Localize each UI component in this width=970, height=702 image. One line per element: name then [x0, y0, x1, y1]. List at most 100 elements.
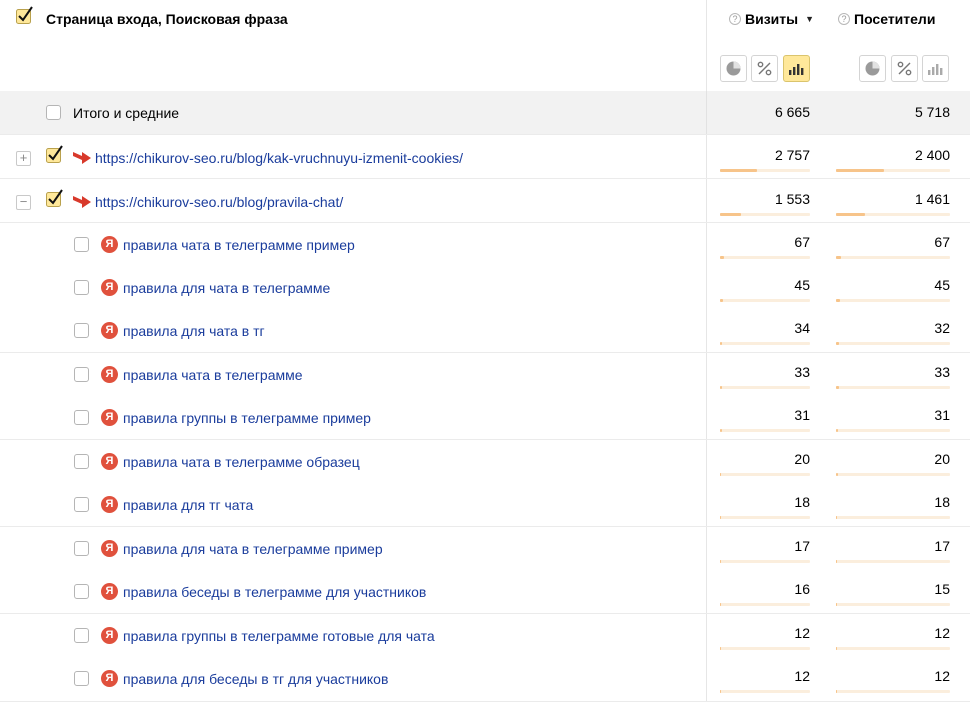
totals-checkbox[interactable] — [46, 105, 61, 120]
visitors-share-bar — [836, 299, 950, 302]
dimension-title[interactable]: Страница входа, Поисковая фраза — [46, 11, 288, 27]
row-visitors: 17 — [934, 538, 950, 554]
row-checkbox[interactable] — [74, 628, 89, 643]
visits-bars-button[interactable] — [783, 55, 810, 82]
visitors-share-bar — [836, 429, 950, 432]
column-divider — [706, 179, 707, 222]
help-icon[interactable]: ? — [838, 13, 850, 25]
column-divider — [706, 0, 707, 91]
search-phrase-link[interactable]: правила группы в телеграмме пример — [123, 410, 371, 426]
table-row[interactable]: Я правила для беседы в тг для участников… — [0, 657, 970, 702]
yandex-icon: Я — [101, 540, 118, 557]
sort-desc-icon[interactable]: ▼ — [805, 14, 814, 24]
table-row[interactable]: Я правила для чата в телеграмме 45 45 — [0, 266, 970, 310]
visits-column-header[interactable]: ? Визиты ▼ — [729, 11, 814, 27]
visitors-share-fill — [836, 473, 838, 476]
search-phrase-link[interactable]: правила для чата в телеграмме пример — [123, 541, 383, 557]
table-row[interactable]: Я правила чата в телеграмме образец 20 2… — [0, 440, 970, 484]
row-visitors: 1 461 — [914, 191, 950, 207]
table-row[interactable]: + https://chikurov-seo.ru/blog/kak-vruch… — [0, 135, 970, 179]
row-checkbox[interactable] — [74, 497, 89, 512]
search-phrase-link[interactable]: правила чата в телеграмме пример — [123, 237, 355, 253]
row-visitors: 31 — [934, 407, 950, 423]
visits-share-fill — [720, 473, 722, 476]
select-all-checkbox[interactable] — [16, 6, 34, 24]
visits-share-bar — [720, 169, 810, 172]
search-phrase-link[interactable]: правила группы в телеграмме готовые для … — [123, 628, 435, 644]
row-checkbox[interactable] — [74, 454, 89, 469]
row-checkbox[interactable] — [74, 671, 89, 686]
visits-pie-button[interactable] — [720, 55, 747, 82]
visitors-share-fill — [836, 256, 842, 259]
visitors-share-fill — [836, 603, 838, 606]
visits-share-fill — [720, 386, 722, 389]
row-checkbox[interactable] — [74, 584, 89, 599]
visitors-share-bar — [836, 647, 950, 650]
table-row[interactable]: Я правила для тг чата 18 18 — [0, 483, 970, 527]
search-phrase-link[interactable]: правила чата в телеграмме образец — [123, 454, 360, 470]
table-row[interactable]: − https://chikurov-seo.ru/blog/pravila-c… — [0, 179, 970, 223]
table-row[interactable]: Я правила чата в телеграмме 33 33 — [0, 353, 970, 397]
table-row[interactable]: Я правила чата в телеграмме пример 67 67 — [0, 223, 970, 267]
row-checkbox[interactable] — [46, 189, 64, 207]
row-checkbox[interactable] — [74, 367, 89, 382]
row-checkbox[interactable] — [74, 280, 89, 295]
visitors-share-bar — [836, 473, 950, 476]
visitors-share-bar — [836, 516, 950, 519]
visitors-column-header[interactable]: ? Посетители — [838, 11, 935, 27]
row-visitors: 18 — [934, 494, 950, 510]
visitors-share-bar — [836, 169, 950, 172]
row-checkbox[interactable] — [74, 410, 89, 425]
row-checkbox[interactable] — [46, 145, 64, 163]
percent-icon — [757, 61, 772, 76]
table-row[interactable]: Я правила для чата в тг 34 32 — [0, 309, 970, 353]
entry-page-link[interactable]: https://chikurov-seo.ru/blog/pravila-cha… — [95, 194, 343, 210]
search-phrase-link[interactable]: правила для беседы в тг для участников — [123, 671, 388, 687]
search-phrase-link[interactable]: правила для тг чата — [123, 497, 253, 513]
row-visits: 2 757 — [774, 147, 810, 163]
row-visits: 67 — [794, 234, 810, 250]
row-checkbox[interactable] — [74, 323, 89, 338]
row-checkbox[interactable] — [74, 237, 89, 252]
visitors-share-fill — [836, 560, 838, 563]
visitors-share-fill — [836, 429, 839, 432]
row-checkbox[interactable] — [74, 541, 89, 556]
column-divider — [706, 483, 707, 526]
collapse-row-button[interactable]: − — [16, 195, 31, 210]
search-phrase-link[interactable]: правила для чата в тг — [123, 323, 265, 339]
expand-row-button[interactable]: + — [16, 151, 31, 166]
table-row[interactable]: Я правила беседы в телеграмме для участн… — [0, 570, 970, 614]
visits-share-fill — [720, 647, 721, 650]
visits-percent-button[interactable] — [751, 55, 778, 82]
visitors-pie-button[interactable] — [859, 55, 886, 82]
column-divider — [706, 570, 707, 613]
yandex-icon: Я — [101, 583, 118, 600]
yandex-icon: Я — [101, 496, 118, 513]
table-row[interactable]: Я правила группы в телеграмме пример 31 … — [0, 396, 970, 440]
visits-share-bar — [720, 299, 810, 302]
visits-share-bar — [720, 690, 810, 693]
visitors-percent-button[interactable] — [891, 55, 918, 82]
table-row[interactable]: Я правила для чата в телеграмме пример 1… — [0, 527, 970, 571]
visits-share-fill — [720, 560, 721, 563]
entry-page-link[interactable]: https://chikurov-seo.ru/blog/kak-vruchnu… — [95, 150, 463, 166]
visitors-title: Посетители — [854, 11, 936, 27]
row-visitors: 67 — [934, 234, 950, 250]
help-icon[interactable]: ? — [729, 13, 741, 25]
search-phrase-link[interactable]: правила чата в телеграмме — [123, 367, 303, 383]
column-divider — [706, 527, 707, 570]
row-visitors: 45 — [934, 277, 950, 293]
totals-row: Итого и средние 6 665 5 718 — [0, 91, 970, 135]
visitors-bars-button[interactable] — [922, 55, 949, 82]
visits-share-fill — [720, 429, 722, 432]
visitors-share-fill — [836, 690, 837, 693]
totals-label: Итого и средние — [73, 105, 180, 121]
yandex-icon: Я — [101, 409, 118, 426]
report-table: Страница входа, Поисковая фраза ? Визиты… — [0, 0, 970, 702]
search-phrase-link[interactable]: правила беседы в телеграмме для участник… — [123, 584, 426, 600]
row-visitors: 15 — [934, 581, 950, 597]
row-visits: 33 — [794, 364, 810, 380]
search-phrase-link[interactable]: правила для чата в телеграмме — [123, 280, 330, 296]
table-row[interactable]: Я правила группы в телеграмме готовые дл… — [0, 614, 970, 658]
visitors-share-bar — [836, 560, 950, 563]
